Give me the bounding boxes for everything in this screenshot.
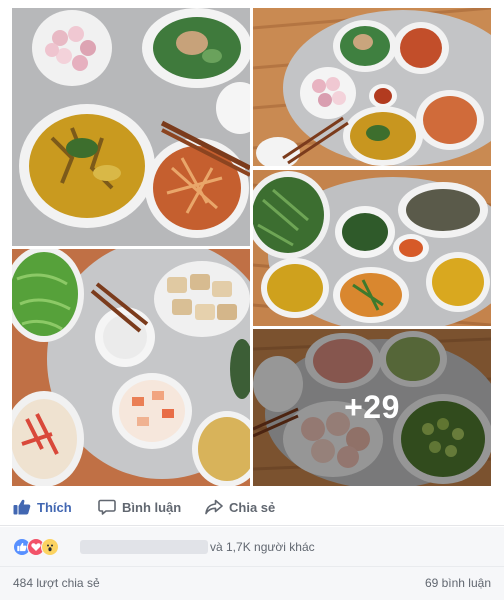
post-photo-3[interactable] — [253, 170, 491, 326]
thumbs-up-icon — [13, 499, 31, 515]
share-count[interactable]: 484 lượt chia sẻ — [13, 576, 100, 590]
share-button[interactable]: Chia sẻ — [205, 490, 275, 524]
like-button[interactable]: Thích — [13, 490, 72, 524]
post-photo-4[interactable] — [12, 249, 250, 486]
photo-grid: +29 — [0, 0, 504, 486]
reactions-summary[interactable]: và 1,7K người khác — [0, 527, 504, 567]
wow-reaction-icon — [41, 538, 59, 556]
blurred-reactor-names — [80, 540, 208, 554]
comment-count[interactable]: 69 bình luận — [425, 576, 491, 590]
comment-label: Bình luận — [122, 499, 182, 515]
reaction-count-text[interactable]: và 1,7K người khác — [210, 540, 315, 554]
post-photo-1[interactable] — [12, 8, 250, 246]
share-arrow-icon — [205, 499, 223, 515]
post-stats: 484 lượt chia sẻ 69 bình luận — [0, 567, 504, 600]
post-action-bar: Thích Bình luận Chia sẻ — [0, 490, 504, 526]
post-photo-2[interactable] — [253, 8, 491, 166]
more-photos-overlay[interactable]: +29 — [253, 329, 491, 486]
share-label: Chia sẻ — [229, 499, 276, 515]
like-label: Thích — [37, 499, 72, 515]
reaction-icons — [13, 538, 59, 556]
post-photo-5[interactable]: +29 — [253, 329, 491, 486]
comment-button[interactable]: Bình luận — [98, 490, 181, 524]
more-photos-count: +29 — [344, 389, 400, 425]
comment-icon — [98, 499, 116, 515]
